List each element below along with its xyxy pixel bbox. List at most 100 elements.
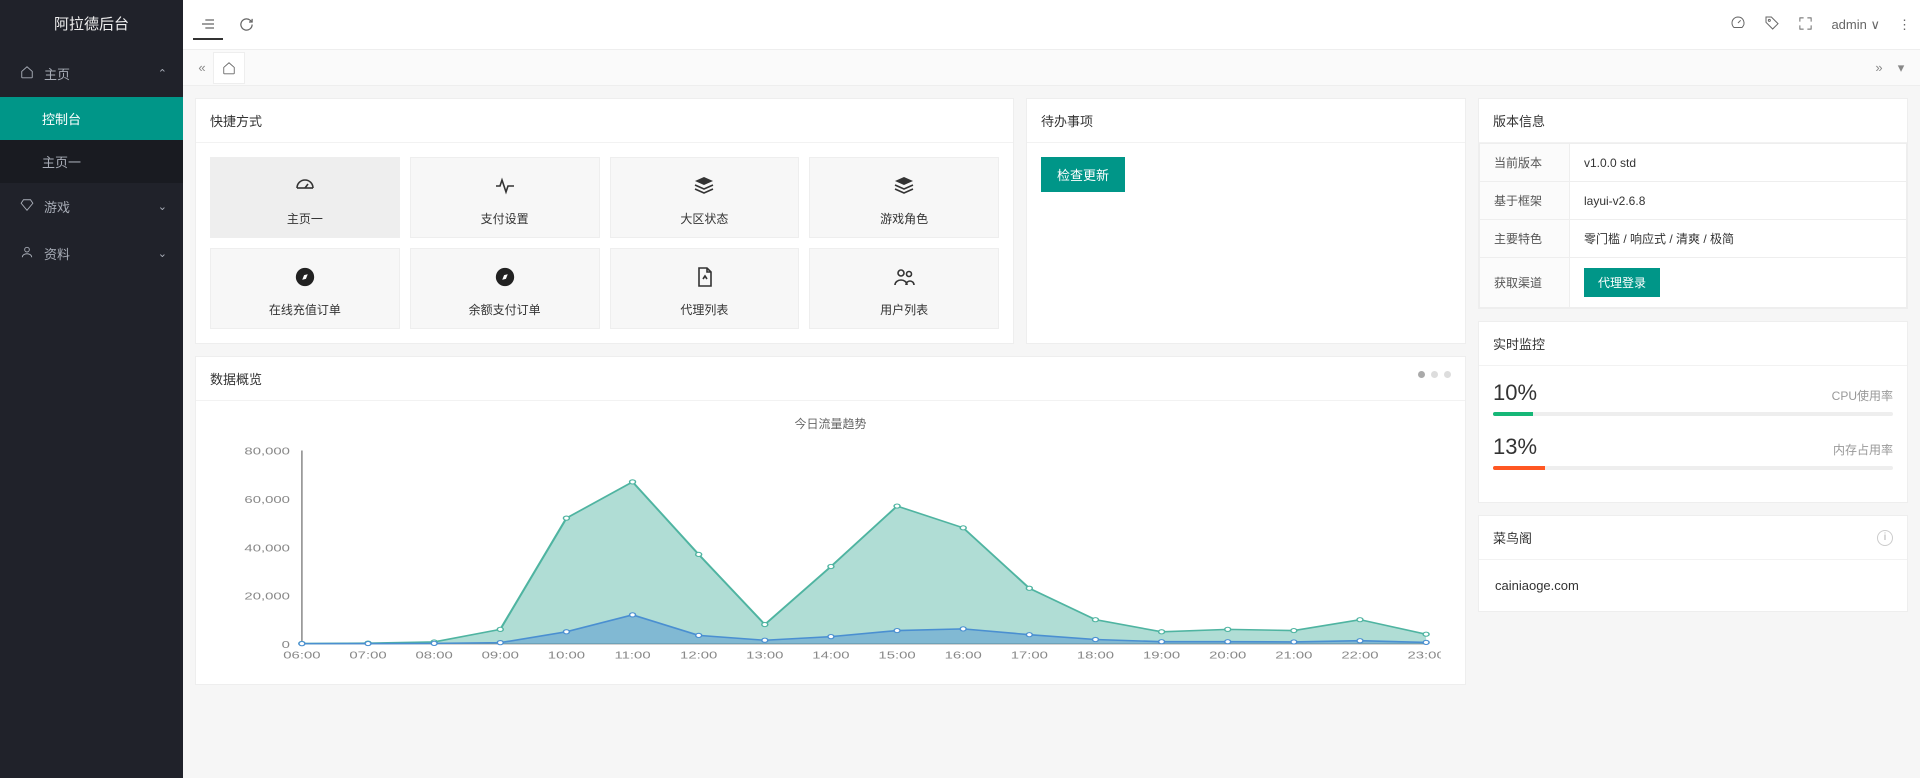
monitor-item-0: 10% CPU使用率 [1493,380,1893,416]
chevron-icon: ⌄ [158,200,167,213]
version-card: 版本信息 当前版本v1.0.0 std基于框架layui-v2.6.8主要特色零… [1478,98,1908,309]
table-row: 当前版本v1.0.0 std [1480,144,1907,182]
traffic-chart: 020,00040,00060,00080,00006:0007:0008:00… [220,440,1441,670]
table-row: 主要特色零门槛 / 响应式 / 清爽 / 极简 [1480,220,1907,258]
shortcuts-card: 快捷方式 主页一支付设置大区状态游戏角色在线充值订单余额支付订单代理列表用户列表 [195,98,1014,344]
version-key: 获取渠道 [1480,258,1570,308]
shortcut-5[interactable]: 余额支付订单 [410,248,600,329]
svg-text:14:00: 14:00 [812,649,849,661]
svg-text:18:00: 18:00 [1077,649,1114,661]
diamond-icon [20,198,34,215]
shortcut-7[interactable]: 用户列表 [809,248,999,329]
svg-text:40,000: 40,000 [244,542,290,554]
doc-icon [611,263,799,291]
version-value: 代理登录 [1570,258,1907,308]
shortcut-3[interactable]: 游戏角色 [809,157,999,238]
user-dropdown[interactable]: admin ∨ [1831,17,1880,33]
sidebar-item-label: 资料 [44,244,70,263]
sidebar-subitem-0-0[interactable]: 控制台 [0,97,183,140]
stack-icon [611,172,799,200]
shortcut-label: 在线充值订单 [211,301,399,318]
svg-text:13:00: 13:00 [746,649,783,661]
tabs-next-button[interactable]: » [1868,60,1890,75]
svg-text:09:00: 09:00 [482,649,519,661]
tabs-prev-button[interactable]: « [191,60,213,75]
monitor-card: 实时监控 10% CPU使用率 13% 内存占用率 [1478,321,1908,503]
fullscreen-icon[interactable] [1798,16,1813,34]
shortcut-label: 余额支付订单 [411,301,599,318]
svg-text:20,000: 20,000 [244,590,290,602]
shortcut-1[interactable]: 支付设置 [410,157,600,238]
sidebar-item-label: 主页 [44,64,70,83]
sidebar-item-0[interactable]: 主页⌃ [0,50,183,97]
monitor-value: 10% [1493,380,1537,406]
shortcut-2[interactable]: 大区状态 [610,157,800,238]
home-icon [20,65,34,82]
sidebar-subitem-0-1[interactable]: 主页一 [0,140,183,183]
chevron-down-icon: ∨ [1870,17,1880,32]
sidebar-item-1[interactable]: 游戏⌄ [0,183,183,230]
card-title: 数据概览 [210,369,262,388]
monitor-label: CPU使用率 [1832,387,1893,404]
carousel-dots[interactable] [1418,371,1451,378]
version-key: 基于框架 [1480,182,1570,220]
shortcut-label: 主页一 [211,210,399,227]
card-title: 版本信息 [1479,99,1907,143]
tab-home[interactable] [213,52,245,84]
svg-text:23:00: 23:00 [1407,649,1441,661]
version-value: v1.0.0 std [1570,144,1907,182]
tag-icon[interactable] [1764,15,1780,34]
svg-text:10:00: 10:00 [548,649,585,661]
tabs-bar: « » ▾ [183,50,1920,86]
monitor-label: 内存占用率 [1833,441,1893,458]
sidebar-item-2[interactable]: 资料⌄ [0,230,183,277]
version-value: 零门槛 / 响应式 / 清爽 / 极简 [1570,220,1907,258]
svg-text:06:00: 06:00 [283,649,320,661]
svg-text:07:00: 07:00 [349,649,386,661]
svg-text:60,000: 60,000 [244,493,290,505]
progress-bar [1493,412,1893,416]
main-area: admin ∨ ⋮ « » ▾ 快捷方式 主页一支付设置大区状态游戏角色在线充值… [183,0,1920,778]
progress-bar [1493,466,1893,470]
shortcut-label: 游戏角色 [810,210,998,227]
card-title: 菜鸟阁 [1493,528,1532,547]
svg-text:17:00: 17:00 [1011,649,1048,661]
cainiaoge-url: cainiaoge.com [1493,574,1893,597]
agent-login-button[interactable]: 代理登录 [1584,268,1660,297]
svg-text:21:00: 21:00 [1275,649,1312,661]
user-icon [20,245,34,262]
card-title: 快捷方式 [196,99,1013,143]
svg-text:08:00: 08:00 [416,649,453,661]
chart-title: 今日流量趋势 [210,415,1451,432]
shortcut-label: 大区状态 [611,210,799,227]
card-title: 实时监控 [1479,322,1907,366]
shortcut-0[interactable]: 主页一 [210,157,400,238]
shortcut-label: 代理列表 [611,301,799,318]
shortcut-label: 用户列表 [810,301,998,318]
shortcut-label: 支付设置 [411,210,599,227]
dashboard-icon[interactable] [1730,15,1746,34]
check-update-button[interactable]: 检查更新 [1041,157,1125,192]
svg-text:16:00: 16:00 [945,649,982,661]
shortcut-6[interactable]: 代理列表 [610,248,800,329]
tabs-menu-button[interactable]: ▾ [1890,60,1912,76]
menu-toggle-button[interactable] [193,10,223,40]
monitor-value: 13% [1493,434,1537,460]
table-row: 获取渠道代理登录 [1480,258,1907,308]
stack-icon [810,172,998,200]
chart-card: 数据概览 今日流量趋势 020,00040,00060,00080,00006:… [195,356,1466,685]
card-title: 待办事项 [1027,99,1465,143]
shortcut-4[interactable]: 在线充值订单 [210,248,400,329]
svg-text:22:00: 22:00 [1341,649,1378,661]
more-icon[interactable]: ⋮ [1898,17,1910,33]
refresh-button[interactable] [231,10,261,40]
compass-dark-icon [411,263,599,291]
pulse-icon [411,172,599,200]
info-icon[interactable]: i [1877,530,1893,546]
svg-text:15:00: 15:00 [878,649,915,661]
todo-card: 待办事项 检查更新 [1026,98,1466,344]
version-value: layui-v2.6.8 [1570,182,1907,220]
svg-text:19:00: 19:00 [1143,649,1180,661]
users-icon [810,263,998,291]
version-key: 主要特色 [1480,220,1570,258]
